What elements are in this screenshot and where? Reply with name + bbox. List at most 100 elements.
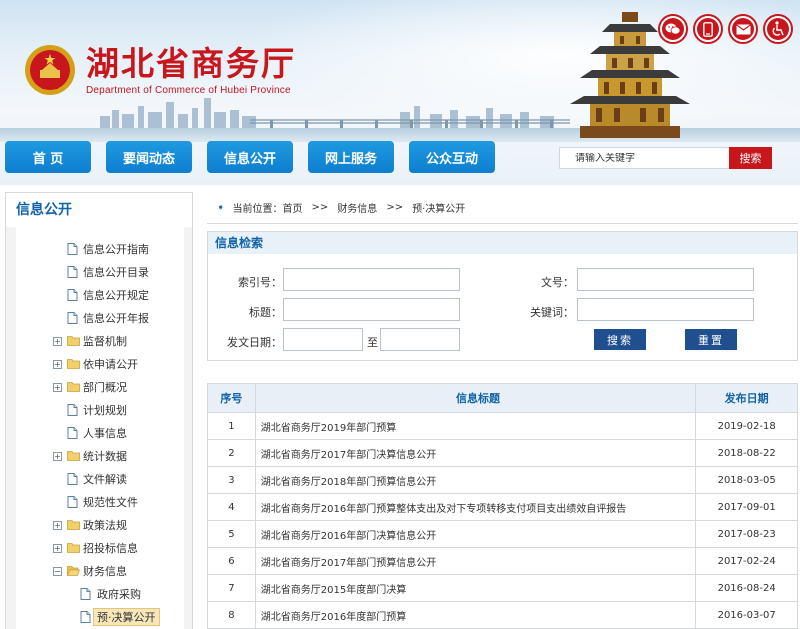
index-no-label: 索引号： bbox=[238, 276, 282, 289]
row-title-link[interactable]: 湖北省商务厅2017年部门预算信息公开 bbox=[254, 547, 697, 575]
keyword-label: 关键词： bbox=[530, 306, 574, 319]
sidebar-item[interactable]: 计划规划 bbox=[16, 400, 184, 420]
nav-news[interactable]: 要闻动态 bbox=[106, 141, 192, 173]
city-skyline-image bbox=[100, 98, 570, 130]
table-row: 4 湖北省商务厅2016年部门预算整体支出及对下专项转移支付项目支出绩效自评报告… bbox=[207, 493, 798, 521]
sidebar-item[interactable]: + 政策法规 bbox=[16, 515, 184, 535]
folder-icon bbox=[67, 381, 80, 393]
sidebar-item[interactable]: 人事信息 bbox=[16, 423, 184, 443]
sidebar-item[interactable]: + 部门概况 bbox=[16, 377, 184, 397]
site-title: 湖北省商务厅 bbox=[86, 44, 296, 83]
row-date: 2016-08-24 bbox=[695, 574, 798, 602]
expand-icon[interactable]: + bbox=[53, 382, 62, 392]
doc-no-input[interactable] bbox=[577, 268, 754, 291]
sidebar-item[interactable]: 信息公开指南 bbox=[16, 239, 184, 259]
title-input[interactable] bbox=[283, 298, 460, 321]
issue-date-label: 发文日期： bbox=[227, 336, 282, 349]
national-emblem-icon bbox=[25, 45, 75, 95]
mobile-button[interactable] bbox=[693, 14, 723, 44]
date-from-input[interactable] bbox=[283, 328, 363, 351]
row-no: 1 bbox=[207, 412, 256, 440]
sidebar-item-label: 信息公开年报 bbox=[83, 312, 149, 325]
document-icon bbox=[67, 496, 78, 508]
sidebar-item[interactable]: 规范性文件 bbox=[16, 492, 184, 512]
sidebar-item-label: 政府采购 bbox=[97, 588, 141, 601]
site-subtitle: Department of Commerce of Hubei Province bbox=[86, 85, 291, 96]
folder-icon bbox=[67, 519, 80, 531]
nav-info-disclosure[interactable]: 信息公开 bbox=[207, 141, 293, 173]
accessibility-icon bbox=[772, 21, 784, 36]
expand-icon[interactable]: + bbox=[53, 451, 62, 461]
row-title-link[interactable]: 湖北省商务厅2016年部门预算整体支出及对下专项转移支付项目支出绩效自评报告 bbox=[254, 493, 697, 521]
wechat-button[interactable] bbox=[658, 14, 688, 44]
row-title-link[interactable]: 湖北省商务厅2017年部门决算信息公开 bbox=[254, 439, 697, 467]
date-to-input[interactable] bbox=[380, 328, 460, 351]
sidebar-item-label: 部门概况 bbox=[83, 381, 127, 394]
mail-button[interactable] bbox=[728, 14, 758, 44]
expand-icon[interactable]: + bbox=[53, 336, 62, 346]
breadcrumb-arrow-icon: ➧ bbox=[217, 202, 225, 213]
sidebar-item[interactable]: − 财务信息 bbox=[16, 561, 184, 581]
document-icon bbox=[80, 611, 91, 623]
document-icon bbox=[80, 588, 91, 600]
table-row: 2 湖北省商务厅2017年部门决算信息公开 2018-08-22 bbox=[207, 439, 798, 467]
row-date: 2016-03-07 bbox=[695, 601, 798, 629]
sidebar-item[interactable]: + 监督机制 bbox=[16, 331, 184, 351]
expand-icon[interactable]: + bbox=[53, 520, 62, 530]
col-header-date: 发布日期 bbox=[695, 383, 798, 413]
row-title-link[interactable]: 湖北省商务厅2018年部门预算信息公开 bbox=[254, 466, 697, 494]
table-row: 6 湖北省商务厅2017年部门预算信息公开 2017-02-24 bbox=[207, 547, 798, 575]
header-tools bbox=[658, 14, 793, 44]
reset-button[interactable]: 重置 bbox=[685, 329, 737, 350]
site-search-input[interactable] bbox=[575, 152, 730, 164]
collapse-icon[interactable]: − bbox=[53, 566, 62, 576]
sidebar-item[interactable]: 信息公开年报 bbox=[16, 308, 184, 328]
keyword-input[interactable] bbox=[577, 298, 754, 321]
breadcrumb-prefix: 当前位置： bbox=[232, 204, 283, 215]
row-no: 3 bbox=[207, 466, 256, 494]
table-row: 5 湖北省商务厅2016年部门决算信息公开 2017-08-23 bbox=[207, 520, 798, 548]
accessibility-button[interactable] bbox=[763, 14, 793, 44]
col-header-no: 序号 bbox=[207, 383, 256, 413]
row-date: 2017-09-01 bbox=[695, 493, 798, 521]
row-title-link[interactable]: 湖北省商务厅2016年部门决算信息公开 bbox=[254, 520, 697, 548]
sidebar-item[interactable]: + 招投标信息 bbox=[16, 538, 184, 558]
sidebar-item-label: 统计数据 bbox=[83, 450, 127, 463]
row-no: 5 bbox=[207, 520, 256, 548]
sidebar-item[interactable]: + 统计数据 bbox=[16, 446, 184, 466]
sidebar-item-label: 信息公开规定 bbox=[83, 289, 149, 302]
breadcrumb-current[interactable]: 预·决算公开 bbox=[412, 200, 465, 215]
row-title-link[interactable]: 湖北省商务厅2019年部门预算 bbox=[254, 412, 697, 440]
sidebar-item[interactable]: 预·决算公开 bbox=[16, 607, 184, 627]
sidebar-item[interactable]: 信息公开目录 bbox=[16, 262, 184, 282]
sidebar-item[interactable]: 信息公开规定 bbox=[16, 285, 184, 305]
breadcrumb-home[interactable]: 首页 bbox=[283, 200, 303, 215]
nav-home[interactable]: 首 页 bbox=[5, 141, 91, 173]
search-button[interactable]: 搜索 bbox=[594, 329, 646, 350]
document-icon bbox=[67, 473, 78, 485]
breadcrumb-finance[interactable]: 财务信息 bbox=[337, 200, 377, 215]
row-title-link[interactable]: 湖北省商务厅2016年度部门预算 bbox=[254, 601, 697, 629]
sidebar-item[interactable]: 文件解读 bbox=[16, 469, 184, 489]
table-row: 3 湖北省商务厅2018年部门预算信息公开 2018-03-05 bbox=[207, 466, 798, 494]
row-date: 2017-02-24 bbox=[695, 547, 798, 575]
sidebar-tree: 信息公开指南 信息公开目录 信息公开规定 信息公开年报 + 监督机制 + 依申请公开 + 部门概况… bbox=[16, 227, 184, 629]
breadcrumb-separator: >> bbox=[386, 202, 404, 213]
sidebar-item-label: 计划规划 bbox=[83, 404, 127, 417]
table-row: 8 湖北省商务厅2016年度部门预算 2016-03-07 bbox=[207, 601, 798, 629]
row-title-link[interactable]: 湖北省商务厅2015年度部门决算 bbox=[254, 574, 697, 602]
nav-online-service[interactable]: 网上服务 bbox=[308, 141, 394, 173]
site-search-box bbox=[559, 147, 731, 169]
sidebar-item-label: 人事信息 bbox=[83, 427, 127, 440]
document-icon bbox=[67, 289, 78, 301]
expand-icon[interactable]: + bbox=[53, 359, 62, 369]
row-no: 8 bbox=[207, 601, 256, 629]
sidebar-item[interactable]: 政府采购 bbox=[16, 584, 184, 604]
folder-icon bbox=[67, 450, 80, 462]
sidebar-item[interactable]: + 依申请公开 bbox=[16, 354, 184, 374]
expand-icon[interactable]: + bbox=[53, 543, 62, 553]
sidebar-item-label: 监督机制 bbox=[83, 335, 127, 348]
nav-public-interaction[interactable]: 公众互动 bbox=[409, 141, 495, 173]
index-no-input[interactable] bbox=[283, 268, 460, 291]
site-search-button[interactable]: 搜索 bbox=[729, 147, 772, 169]
